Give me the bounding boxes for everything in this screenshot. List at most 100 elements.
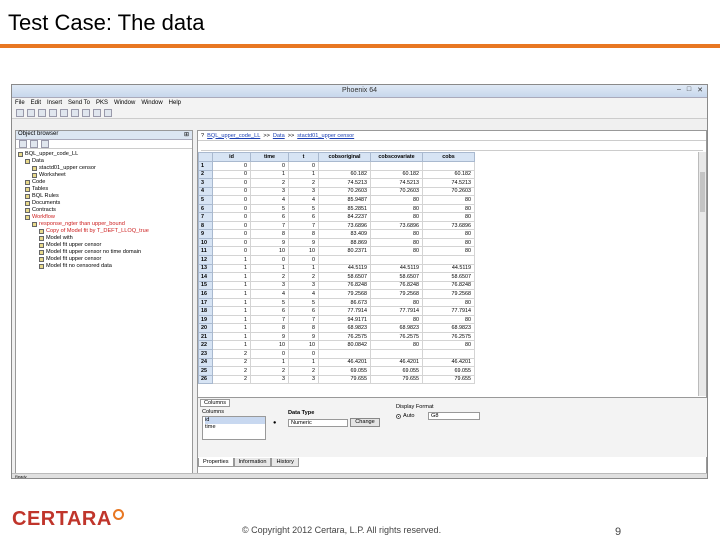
row-number[interactable]: 13 <box>198 263 213 274</box>
table-cell[interactable]: 76.8248 <box>370 280 423 291</box>
table-cell[interactable] <box>422 349 475 359</box>
table-cell[interactable]: 0 <box>212 220 251 231</box>
auto-radio[interactable] <box>396 414 401 419</box>
table-row[interactable]: 11 0 10 10 80.2371 80 80 <box>198 246 475 256</box>
menu-window[interactable]: Window <box>114 100 135 106</box>
pin-icon[interactable]: ⊞ <box>184 131 189 138</box>
table-cell[interactable] <box>422 161 475 171</box>
row-number[interactable]: 4 <box>198 186 213 197</box>
table-cell[interactable]: 1 <box>250 357 289 368</box>
table-cell[interactable]: 73.6896 <box>422 220 475 231</box>
execute-icon[interactable] <box>104 108 112 117</box>
filter-icon[interactable] <box>41 140 49 148</box>
table-row[interactable]: 23 2 0 0 <box>198 349 475 359</box>
table-cell[interactable]: 60.182 <box>318 169 371 180</box>
row-number[interactable]: 22 <box>198 340 213 351</box>
table-cell[interactable]: 9 <box>250 237 289 248</box>
table-cell[interactable]: 76.2575 <box>422 331 475 342</box>
row-number[interactable]: 14 <box>198 272 213 282</box>
table-cell[interactable]: 80 <box>370 229 423 239</box>
breadcrumb-project[interactable]: BQL_upper_code_LL <box>207 133 260 139</box>
table-cell[interactable]: 2 <box>212 366 251 376</box>
redo-icon[interactable] <box>93 108 101 117</box>
table-cell[interactable]: 69.055 <box>370 366 423 376</box>
table-cell[interactable]: 58.6507 <box>422 272 475 282</box>
table-cell[interactable]: 60.182 <box>370 169 423 180</box>
table-cell[interactable]: 46.4201 <box>422 357 475 368</box>
column-header[interactable]: time <box>250 152 289 162</box>
table-cell[interactable]: 1 <box>250 169 289 180</box>
table-cell[interactable]: 5 <box>250 203 289 214</box>
tree-item[interactable]: Model fit upper censor <box>18 256 192 263</box>
row-number[interactable]: 16 <box>198 289 213 299</box>
table-cell[interactable]: 2 <box>212 357 251 368</box>
table-row[interactable]: 13 1 1 1 44.5119 44.5119 44.5119 <box>198 263 475 274</box>
table-cell[interactable]: 10 <box>288 246 319 256</box>
table-cell[interactable]: 9 <box>288 331 319 342</box>
table-cell[interactable]: 79.2568 <box>422 289 475 299</box>
table-cell[interactable]: 44.5119 <box>318 263 371 274</box>
table-cell[interactable]: 1 <box>250 263 289 274</box>
table-cell[interactable]: 80 <box>370 314 423 325</box>
table-cell[interactable]: 69.055 <box>422 366 475 376</box>
table-cell[interactable]: 6 <box>250 212 289 222</box>
row-number[interactable]: 5 <box>198 195 213 205</box>
column-header[interactable] <box>198 152 213 162</box>
table-cell[interactable]: 3 <box>288 374 319 385</box>
table-cell[interactable]: 76.2575 <box>370 331 423 342</box>
menu-help[interactable]: Help <box>169 100 181 106</box>
table-cell[interactable]: 58.6507 <box>318 272 371 282</box>
table-row[interactable]: 12 1 0 0 <box>198 255 475 265</box>
row-number[interactable]: 1 <box>198 161 213 171</box>
table-cell[interactable]: 68.9823 <box>422 323 475 333</box>
table-cell[interactable]: 10 <box>288 340 319 351</box>
table-cell[interactable]: 80 <box>370 195 423 205</box>
table-row[interactable]: 19 1 7 7 94.9171 80 80 <box>198 314 475 325</box>
scrollbar-thumb[interactable] <box>700 172 705 212</box>
table-row[interactable]: 22 1 10 10 80.0842 80 80 <box>198 340 475 351</box>
table-cell[interactable]: 2 <box>250 272 289 282</box>
table-cell[interactable]: 4 <box>288 195 319 205</box>
table-row[interactable]: 8 0 7 7 73.6896 73.6896 73.6896 <box>198 220 475 231</box>
table-cell[interactable]: 1 <box>212 306 251 316</box>
menu-edit[interactable]: Edit <box>31 100 41 106</box>
copy-icon[interactable] <box>60 108 68 117</box>
menu-send-to[interactable]: Send To <box>68 100 90 106</box>
menu-pks[interactable]: PKS <box>96 100 108 106</box>
tree-item[interactable]: BQL Rules <box>18 193 192 200</box>
table-cell[interactable]: 80 <box>422 237 475 248</box>
formula-input[interactable] <box>201 142 703 151</box>
table-cell[interactable]: 73.6896 <box>370 220 423 231</box>
table-cell[interactable]: 1 <box>212 323 251 333</box>
table-row[interactable]: 6 0 5 5 85.2851 80 80 <box>198 203 475 214</box>
table-cell[interactable]: 80 <box>370 340 423 351</box>
table-cell[interactable]: 80 <box>422 297 475 308</box>
table-cell[interactable]: 86.673 <box>318 297 371 308</box>
table-cell[interactable]: 0 <box>212 178 251 188</box>
table-row[interactable]: 16 1 4 4 79.2568 79.2568 79.2568 <box>198 289 475 299</box>
tree-item[interactable]: response_ngter than upper_bound <box>18 221 192 228</box>
tree-item[interactable]: Code <box>18 179 192 186</box>
table-cell[interactable] <box>318 255 371 265</box>
table-cell[interactable]: 10 <box>250 246 289 256</box>
table-cell[interactable]: 77.7914 <box>422 306 475 316</box>
minimize-icon[interactable]: – <box>677 86 681 94</box>
column-header[interactable]: cobs <box>422 152 475 162</box>
table-cell[interactable]: 0 <box>212 229 251 239</box>
table-cell[interactable]: 1 <box>212 297 251 308</box>
close-icon[interactable]: ✕ <box>697 86 703 94</box>
change-button[interactable]: Change <box>350 418 380 427</box>
table-cell[interactable]: 80 <box>370 212 423 222</box>
tree-item[interactable]: Data <box>18 158 192 165</box>
table-cell[interactable]: 44.5119 <box>422 263 475 274</box>
table-row[interactable]: 3 0 2 2 74.5213 74.5213 74.5213 <box>198 178 475 188</box>
table-cell[interactable] <box>318 349 371 359</box>
help-icon[interactable]: ? <box>201 133 204 139</box>
tab-history[interactable]: History <box>271 458 299 467</box>
row-number[interactable]: 17 <box>198 297 213 308</box>
table-row[interactable]: 17 1 5 5 86.673 80 80 <box>198 297 475 308</box>
table-cell[interactable]: 3 <box>250 374 289 385</box>
menu-window-2[interactable]: Window <box>141 100 162 106</box>
column-header[interactable]: cobscovariate <box>370 152 423 162</box>
table-cell[interactable]: 3 <box>288 280 319 291</box>
